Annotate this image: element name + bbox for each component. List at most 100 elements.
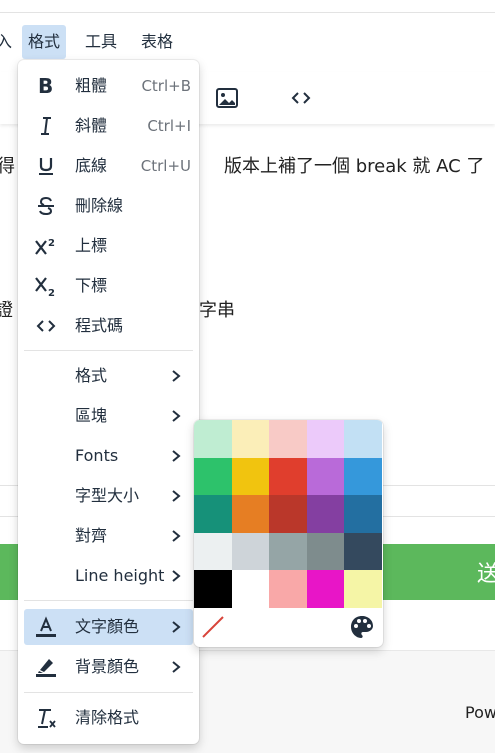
menu-item-label: 粗體 xyxy=(75,76,108,95)
menu-item-label: 對齊 xyxy=(75,526,108,545)
color-swatch[interactable] xyxy=(344,420,382,458)
code-sample-button[interactable] xyxy=(283,80,319,116)
chevron-right-icon xyxy=(172,570,181,582)
submenu-line-height[interactable]: Line height xyxy=(24,558,193,594)
menu-separator xyxy=(24,692,193,693)
color-swatch[interactable] xyxy=(232,420,270,458)
color-swatch-panel xyxy=(194,420,383,647)
menu-item-label: 文字顏色 xyxy=(75,617,140,636)
code-icon xyxy=(32,312,60,340)
color-swatch[interactable] xyxy=(269,458,307,496)
strikethrough-icon xyxy=(32,192,60,220)
menu-item-label: 上標 xyxy=(75,236,108,255)
color-swatch[interactable] xyxy=(232,495,270,533)
svg-text:B: B xyxy=(38,75,53,97)
menubar-item-tools[interactable]: 工具 xyxy=(79,25,123,59)
menu-item-label: 下標 xyxy=(75,276,108,295)
svg-text:2: 2 xyxy=(48,238,55,249)
submenu-formats[interactable]: 格式 xyxy=(24,358,193,394)
color-swatch[interactable] xyxy=(269,533,307,571)
color-swatch[interactable] xyxy=(194,420,232,458)
chevron-right-icon xyxy=(172,410,181,422)
menu-item-clear-formatting[interactable]: 清除格式 xyxy=(24,700,193,736)
color-swatch[interactable] xyxy=(194,533,232,571)
submenu-blocks[interactable]: 區塊 xyxy=(24,398,193,434)
format-menu: B 粗體 Ctrl+B 斜體 Ctrl+I 底線 Ctrl+U 刪除線 2 上標 xyxy=(18,60,199,744)
menu-item-code[interactable]: 程式碼 xyxy=(24,308,193,344)
color-swatch[interactable] xyxy=(307,570,345,608)
text-color-icon xyxy=(32,613,60,641)
content-text[interactable]: 版本上補了一個 break 就 AC 了 xyxy=(224,152,484,178)
content-text[interactable]: 證 xyxy=(0,296,13,322)
shortcut-label: Ctrl+B xyxy=(141,77,191,95)
clear-formatting-icon xyxy=(32,704,60,732)
chevron-right-icon xyxy=(172,370,181,382)
color-swatch[interactable] xyxy=(269,570,307,608)
menu-item-bold[interactable]: B 粗體 Ctrl+B xyxy=(24,68,193,104)
content-text[interactable]: 字串 xyxy=(199,296,235,322)
submenu-font-size[interactable]: 字型大小 xyxy=(24,478,193,514)
menu-item-label: 格式 xyxy=(75,366,108,385)
color-swatch[interactable] xyxy=(194,458,232,496)
menu-item-superscript[interactable]: 2 上標 xyxy=(24,228,193,264)
color-swatch[interactable] xyxy=(194,495,232,533)
submit-button-label[interactable]: 送 xyxy=(477,556,495,588)
menu-item-label: Fonts xyxy=(75,446,119,465)
color-swatch[interactable] xyxy=(307,495,345,533)
color-swatch[interactable] xyxy=(269,495,307,533)
subscript-icon: 2 xyxy=(32,272,60,300)
menu-item-background-color[interactable]: 背景顏色 xyxy=(24,649,193,685)
color-swatch[interactable] xyxy=(344,495,382,533)
color-swatch[interactable] xyxy=(344,458,382,496)
insert-image-button[interactable] xyxy=(209,80,245,116)
menu-item-label: 字型大小 xyxy=(75,486,140,505)
menubar-item-format[interactable]: 格式 xyxy=(22,25,67,59)
content-text[interactable]: 得 xyxy=(0,152,15,178)
submenu-align[interactable]: 對齊 xyxy=(24,518,193,554)
menu-item-underline[interactable]: 底線 Ctrl+U xyxy=(24,148,193,184)
chevron-right-icon xyxy=(172,530,181,542)
highlight-color-icon xyxy=(32,653,60,681)
chevron-right-icon xyxy=(172,450,181,462)
color-swatch[interactable] xyxy=(232,570,270,608)
underline-icon xyxy=(32,152,60,180)
image-icon xyxy=(216,88,238,108)
color-swatch[interactable] xyxy=(307,420,345,458)
color-swatch[interactable] xyxy=(344,533,382,571)
color-swatch[interactable] xyxy=(232,458,270,496)
color-swatch[interactable] xyxy=(269,420,307,458)
menu-item-label: 區塊 xyxy=(75,406,108,425)
custom-color-palette-icon[interactable] xyxy=(349,614,375,640)
menu-item-label: Line height xyxy=(75,566,165,585)
shortcut-label: Ctrl+U xyxy=(140,157,191,175)
color-swatch[interactable] xyxy=(232,533,270,571)
menubar-item-insert[interactable]: 入 xyxy=(0,25,18,59)
menu-item-label: 斜體 xyxy=(75,116,108,135)
bold-icon: B xyxy=(32,72,60,100)
code-icon xyxy=(291,92,311,104)
menu-item-label: 清除格式 xyxy=(75,708,140,727)
remove-color-icon[interactable] xyxy=(200,614,226,640)
submenu-fonts[interactable]: Fonts xyxy=(24,438,193,474)
menu-item-strikethrough[interactable]: 刪除線 xyxy=(24,188,193,224)
shortcut-label: Ctrl+I xyxy=(147,117,191,135)
menu-item-label: 底線 xyxy=(75,156,108,175)
powered-by-text: Pow xyxy=(465,703,495,722)
menubar-item-table[interactable]: 表格 xyxy=(135,25,179,59)
color-swatch[interactable] xyxy=(344,570,382,608)
menu-item-italic[interactable]: 斜體 Ctrl+I xyxy=(24,108,193,144)
chevron-right-icon xyxy=(172,661,181,673)
menu-item-subscript[interactable]: 2 下標 xyxy=(24,268,193,304)
svg-text:2: 2 xyxy=(48,288,55,297)
menu-separator xyxy=(24,600,193,601)
color-swatch[interactable] xyxy=(307,458,345,496)
menu-item-label: 背景顏色 xyxy=(75,657,140,676)
menu-item-label: 程式碼 xyxy=(75,316,124,335)
chevron-right-icon xyxy=(172,621,181,633)
color-swatch[interactable] xyxy=(194,570,232,608)
color-swatch[interactable] xyxy=(307,533,345,571)
menu-separator xyxy=(24,350,193,351)
menu-item-text-color[interactable]: 文字顏色 xyxy=(24,609,193,645)
italic-icon xyxy=(32,112,60,140)
menu-item-label: 刪除線 xyxy=(75,196,124,215)
